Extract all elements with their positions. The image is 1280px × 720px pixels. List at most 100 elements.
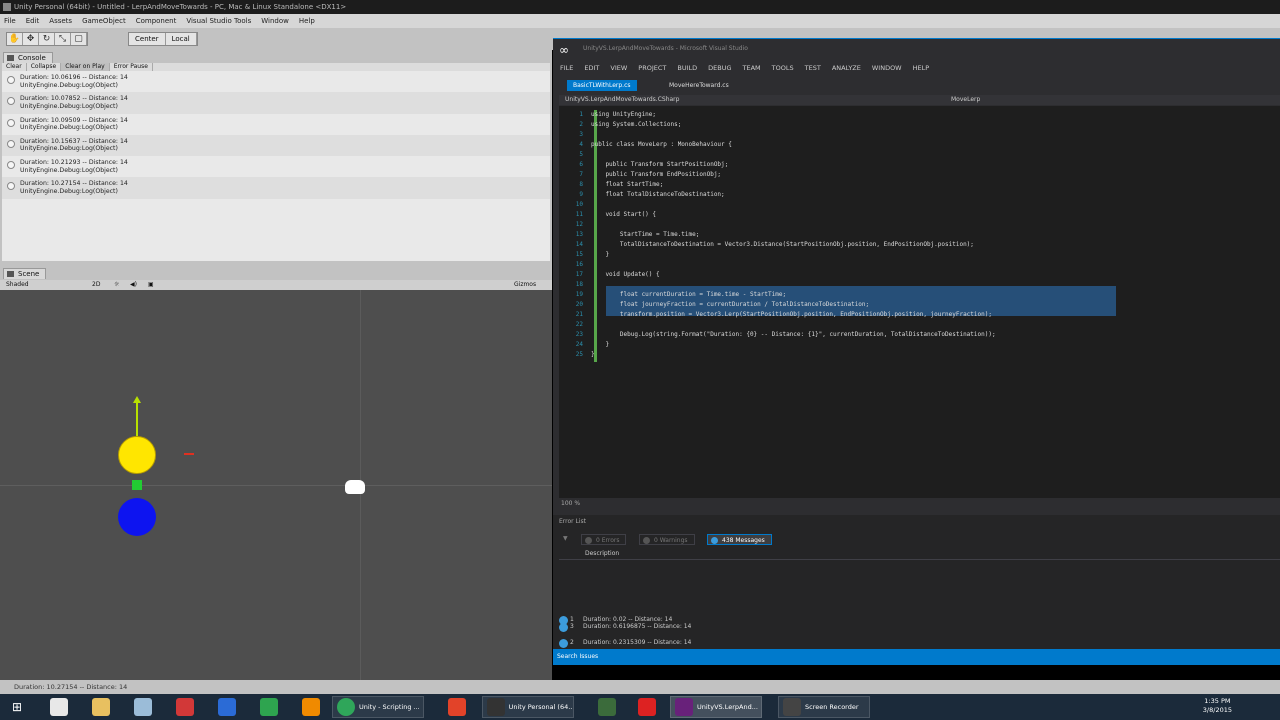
yellow-sphere[interactable] — [118, 436, 156, 474]
warnings-filter-button[interactable]: 0 Warnings — [639, 534, 695, 545]
blue-sphere[interactable] — [118, 498, 156, 536]
code-line[interactable]: 18 — [559, 280, 1280, 290]
vs-menu-window[interactable]: WINDOW — [872, 61, 902, 75]
console-collapse-button[interactable]: Collapse — [27, 63, 62, 71]
console-clear-on-play-button[interactable]: Clear on Play — [61, 63, 110, 71]
code-line[interactable]: 17 void Update() { — [559, 270, 1280, 280]
pivot-center-button[interactable]: Center — [129, 33, 166, 45]
code-line[interactable]: 23 Debug.Log(string.Format("Duration: {0… — [559, 330, 1280, 340]
taskbar-app2[interactable] — [634, 696, 656, 718]
code-line[interactable]: 7 public Transform EndPositionObj; — [559, 170, 1280, 180]
code-line[interactable]: 1 using UnityEngine; — [559, 110, 1280, 120]
code-line[interactable]: 22 — [559, 320, 1280, 330]
system-clock[interactable]: 1:35 PM 3/8/2015 — [1203, 697, 1232, 715]
tab-active-document[interactable]: BasicTLWithLerp.cs — [567, 80, 637, 91]
code-line[interactable]: 19 float currentDuration = Time.time - S… — [559, 290, 1280, 300]
log-entry[interactable]: Duration: 10.07852 -- Distance: 14 Unity… — [2, 92, 550, 114]
taskbar-screen-recorder[interactable]: Screen Recorder — [778, 696, 870, 718]
rect-tool-icon[interactable]: ▢ — [71, 33, 87, 45]
code-line[interactable]: 6 public Transform StartPositionObj; — [559, 160, 1280, 170]
tab-document[interactable]: MoveHereToward.cs — [663, 80, 735, 91]
messages-filter-button[interactable]: 438 Messages — [707, 534, 772, 545]
taskbar-calculator[interactable] — [46, 696, 68, 718]
vs-menu-team[interactable]: TEAM — [743, 61, 761, 75]
hand-tool-icon[interactable]: ✋ — [7, 33, 23, 45]
log-entry[interactable]: Duration: 10.21293 -- Distance: 14 Unity… — [2, 156, 550, 177]
scene-viewport[interactable] — [0, 290, 552, 680]
code-line[interactable]: 20 float journeyFraction = currentDurati… — [559, 300, 1280, 310]
scene-tab[interactable]: Scene — [3, 268, 47, 279]
code-line[interactable]: 13 StartTime = Time.time; — [559, 230, 1280, 240]
menu-gameobject[interactable]: GameObject — [82, 14, 126, 28]
start-button[interactable]: ⊞ — [4, 696, 26, 718]
vs-menu-file[interactable]: FILE — [560, 61, 573, 75]
menu-file[interactable]: File — [4, 14, 16, 28]
code-line[interactable]: 9 float TotalDistanceToDestination; — [559, 190, 1280, 200]
menu-assets[interactable]: Assets — [49, 14, 72, 28]
error-list-row[interactable]: 2 Duration: 0.2315309 -- Distance: 14 — [559, 636, 1280, 650]
log-entry[interactable]: Duration: 10.09509 -- Distance: 14 Unity… — [2, 114, 550, 135]
vs-menu-analyze[interactable]: ANALYZE — [832, 61, 861, 75]
code-line[interactable]: 24 } — [559, 340, 1280, 350]
taskbar-unity[interactable]: Unity Personal (64... — [482, 696, 574, 718]
vs-menu-test[interactable]: TEST — [805, 61, 821, 75]
code-line[interactable]: 3 — [559, 130, 1280, 140]
code-line[interactable]: 10 — [559, 200, 1280, 210]
error-list-row[interactable]: 3 Duration: 0.6196875 -- Distance: 14 — [559, 620, 1280, 634]
errors-filter-button[interactable]: 0 Errors — [581, 534, 627, 545]
code-line[interactable]: 11 void Start() { — [559, 210, 1280, 220]
log-entry[interactable]: Duration: 10.06196 -- Distance: 14 Unity… — [2, 71, 550, 92]
code-line[interactable]: 21 transform.position = Vector3.Lerp(Sta… — [559, 310, 1280, 320]
move-tool-icon[interactable]: ✥ — [23, 33, 39, 45]
code-line[interactable]: 8 float StartTime; — [559, 180, 1280, 190]
code-line[interactable]: 14 TotalDistanceToDestination = Vector3.… — [559, 240, 1280, 250]
vs-menu-tools[interactable]: TOOLS — [772, 61, 794, 75]
console-log-list[interactable]: Duration: 10.06196 -- Distance: 14 Unity… — [2, 71, 550, 261]
filter-icon[interactable]: ▼ — [563, 532, 568, 546]
code-line[interactable]: 12 — [559, 220, 1280, 230]
code-editor[interactable]: 1 using UnityEngine; 2 using System.Collect… — [559, 106, 1280, 498]
taskbar-chrome[interactable]: Unity - Scripting ... — [332, 696, 424, 718]
menu-window[interactable]: Window — [261, 14, 289, 28]
log-entry[interactable]: Duration: 10.15637 -- Distance: 14 Unity… — [2, 134, 550, 157]
log-entry[interactable]: Duration: 10.27154 -- Distance: 14 Unity… — [2, 177, 550, 199]
zoom-level[interactable]: 100 % — [559, 499, 1280, 509]
scale-tool-icon[interactable]: ⤡ — [55, 33, 71, 45]
code-line[interactable]: 2 using System.Collections; — [559, 120, 1280, 130]
green-cube[interactable] — [132, 480, 142, 490]
console-clear-button[interactable]: Clear — [2, 63, 27, 71]
y-axis-gizmo[interactable] — [133, 396, 141, 440]
description-column-header[interactable]: Description — [585, 550, 619, 557]
code-line[interactable]: 5 — [559, 150, 1280, 160]
lighting-toggle-icon[interactable]: ☼ — [114, 280, 119, 290]
taskbar-store[interactable] — [130, 696, 152, 718]
menu-vs-tools[interactable]: Visual Studio Tools — [186, 14, 251, 28]
vs-menu-debug[interactable]: DEBUG — [708, 61, 731, 75]
code-line[interactable]: 4 public class MoveLerp : MonoBehaviour { — [559, 140, 1280, 150]
pivot-local-button[interactable]: Local — [166, 33, 197, 45]
vs-menu-project[interactable]: PROJECT — [638, 61, 666, 75]
console-error-pause-button[interactable]: Error Pause — [110, 63, 153, 71]
vs-menu-help[interactable]: HELP — [913, 61, 930, 75]
vs-menu-build[interactable]: BUILD — [677, 61, 697, 75]
taskbar-calendar[interactable] — [214, 696, 236, 718]
menu-help[interactable]: Help — [299, 14, 315, 28]
member-dropdown[interactable]: MoveLerp — [951, 95, 980, 105]
audio-toggle-icon[interactable]: ◀) — [130, 280, 137, 290]
vs-menu-view[interactable]: VIEW — [610, 61, 627, 75]
x-axis-gizmo[interactable] — [184, 453, 194, 455]
shading-mode-dropdown[interactable]: Shaded — [6, 280, 29, 290]
2d-toggle[interactable]: 2D — [92, 280, 100, 290]
vs-menu-edit[interactable]: EDIT — [584, 61, 599, 75]
taskbar-git[interactable] — [444, 696, 466, 718]
console-tab[interactable]: Console — [3, 52, 53, 63]
taskbar-app[interactable] — [594, 696, 616, 718]
taskbar-explorer[interactable] — [88, 696, 110, 718]
taskbar-mail[interactable] — [172, 696, 194, 718]
taskbar-drive[interactable] — [256, 696, 278, 718]
code-line[interactable]: 15 } — [559, 250, 1280, 260]
taskbar-visual-studio[interactable]: UnityVS.LerpAnd... — [670, 696, 762, 718]
menu-component[interactable]: Component — [136, 14, 177, 28]
code-line[interactable]: 25} — [559, 350, 1280, 360]
menu-edit[interactable]: Edit — [26, 14, 40, 28]
